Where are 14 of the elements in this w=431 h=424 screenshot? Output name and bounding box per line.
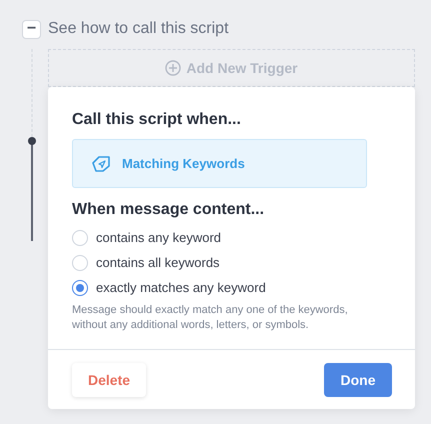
done-button[interactable]: Done: [324, 363, 392, 397]
popup-title: Call this script when...: [72, 111, 242, 129]
tag-icon: [91, 154, 111, 172]
option-label: exactly matches any keyword: [96, 280, 266, 295]
help-text: Message should exactly match any one of the keywords, without any additional words, letters, or symbols.: [48, 303, 415, 350]
collapse-button[interactable]: −: [22, 20, 41, 38]
option-label: contains any keyword: [96, 230, 222, 245]
trigger-type-card[interactable]: Matching Keywords: [72, 139, 367, 188]
option-label: contains all keywords: [96, 255, 220, 270]
plus-circle-icon: [165, 60, 182, 76]
section-title: See how to call this script: [48, 20, 229, 38]
radio-button[interactable]: [72, 280, 88, 296]
condition-heading: When message content...: [72, 201, 266, 219]
delete-button[interactable]: Delete: [72, 363, 146, 397]
